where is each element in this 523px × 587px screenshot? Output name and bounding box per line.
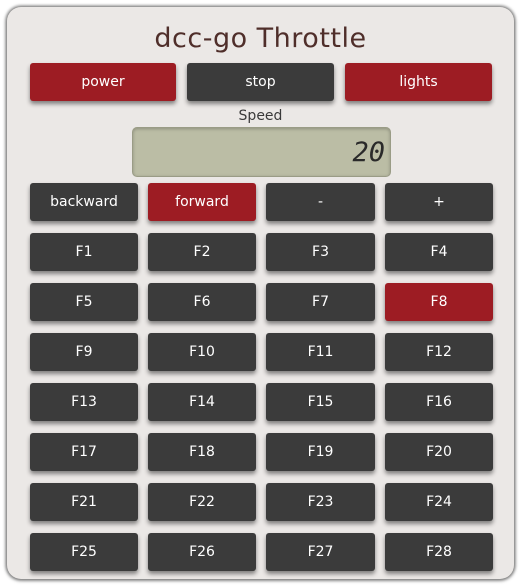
function-button-f21[interactable]: F21 xyxy=(30,483,138,521)
function-button-f7[interactable]: F7 xyxy=(266,283,375,321)
lights-button[interactable]: lights xyxy=(345,63,492,101)
function-button-f18[interactable]: F18 xyxy=(148,433,256,471)
function-button-f17[interactable]: F17 xyxy=(30,433,138,471)
stop-button[interactable]: stop xyxy=(187,63,334,101)
function-button-f6[interactable]: F6 xyxy=(148,283,256,321)
function-button-f16[interactable]: F16 xyxy=(385,383,493,421)
function-button-f22[interactable]: F22 xyxy=(148,483,256,521)
function-button-f26[interactable]: F26 xyxy=(148,533,256,571)
function-button-f8[interactable]: F8 xyxy=(385,283,493,321)
function-button-f19[interactable]: F19 xyxy=(266,433,375,471)
function-button-f1[interactable]: F1 xyxy=(30,233,138,271)
forward-button[interactable]: forward xyxy=(148,183,256,221)
speed-increase-button[interactable]: + xyxy=(385,183,493,221)
function-button-f28[interactable]: F28 xyxy=(385,533,493,571)
function-button-f11[interactable]: F11 xyxy=(266,333,375,371)
power-button[interactable]: power xyxy=(30,63,176,101)
function-button-f14[interactable]: F14 xyxy=(148,383,256,421)
function-button-f15[interactable]: F15 xyxy=(266,383,375,421)
function-button-f4[interactable]: F4 xyxy=(385,233,493,271)
function-button-f3[interactable]: F3 xyxy=(266,233,375,271)
function-button-f25[interactable]: F25 xyxy=(30,533,138,571)
function-button-f27[interactable]: F27 xyxy=(266,533,375,571)
backward-button[interactable]: backward xyxy=(30,183,138,221)
throttle-panel: dcc-go Throttle power stop lights Speed … xyxy=(7,7,514,579)
page-title: dcc-go Throttle xyxy=(154,23,367,54)
speed-label: Speed xyxy=(238,108,283,124)
speed-display: 20 xyxy=(132,127,391,177)
function-button-f10[interactable]: F10 xyxy=(148,333,256,371)
function-button-f9[interactable]: F9 xyxy=(30,333,138,371)
speed-decrease-button[interactable]: - xyxy=(266,183,375,221)
speed-value: 20 xyxy=(352,136,385,168)
function-button-f5[interactable]: F5 xyxy=(30,283,138,321)
function-button-f24[interactable]: F24 xyxy=(385,483,493,521)
function-button-f2[interactable]: F2 xyxy=(148,233,256,271)
function-button-f12[interactable]: F12 xyxy=(385,333,493,371)
function-button-f20[interactable]: F20 xyxy=(385,433,493,471)
function-button-f13[interactable]: F13 xyxy=(30,383,138,421)
function-button-f23[interactable]: F23 xyxy=(266,483,375,521)
